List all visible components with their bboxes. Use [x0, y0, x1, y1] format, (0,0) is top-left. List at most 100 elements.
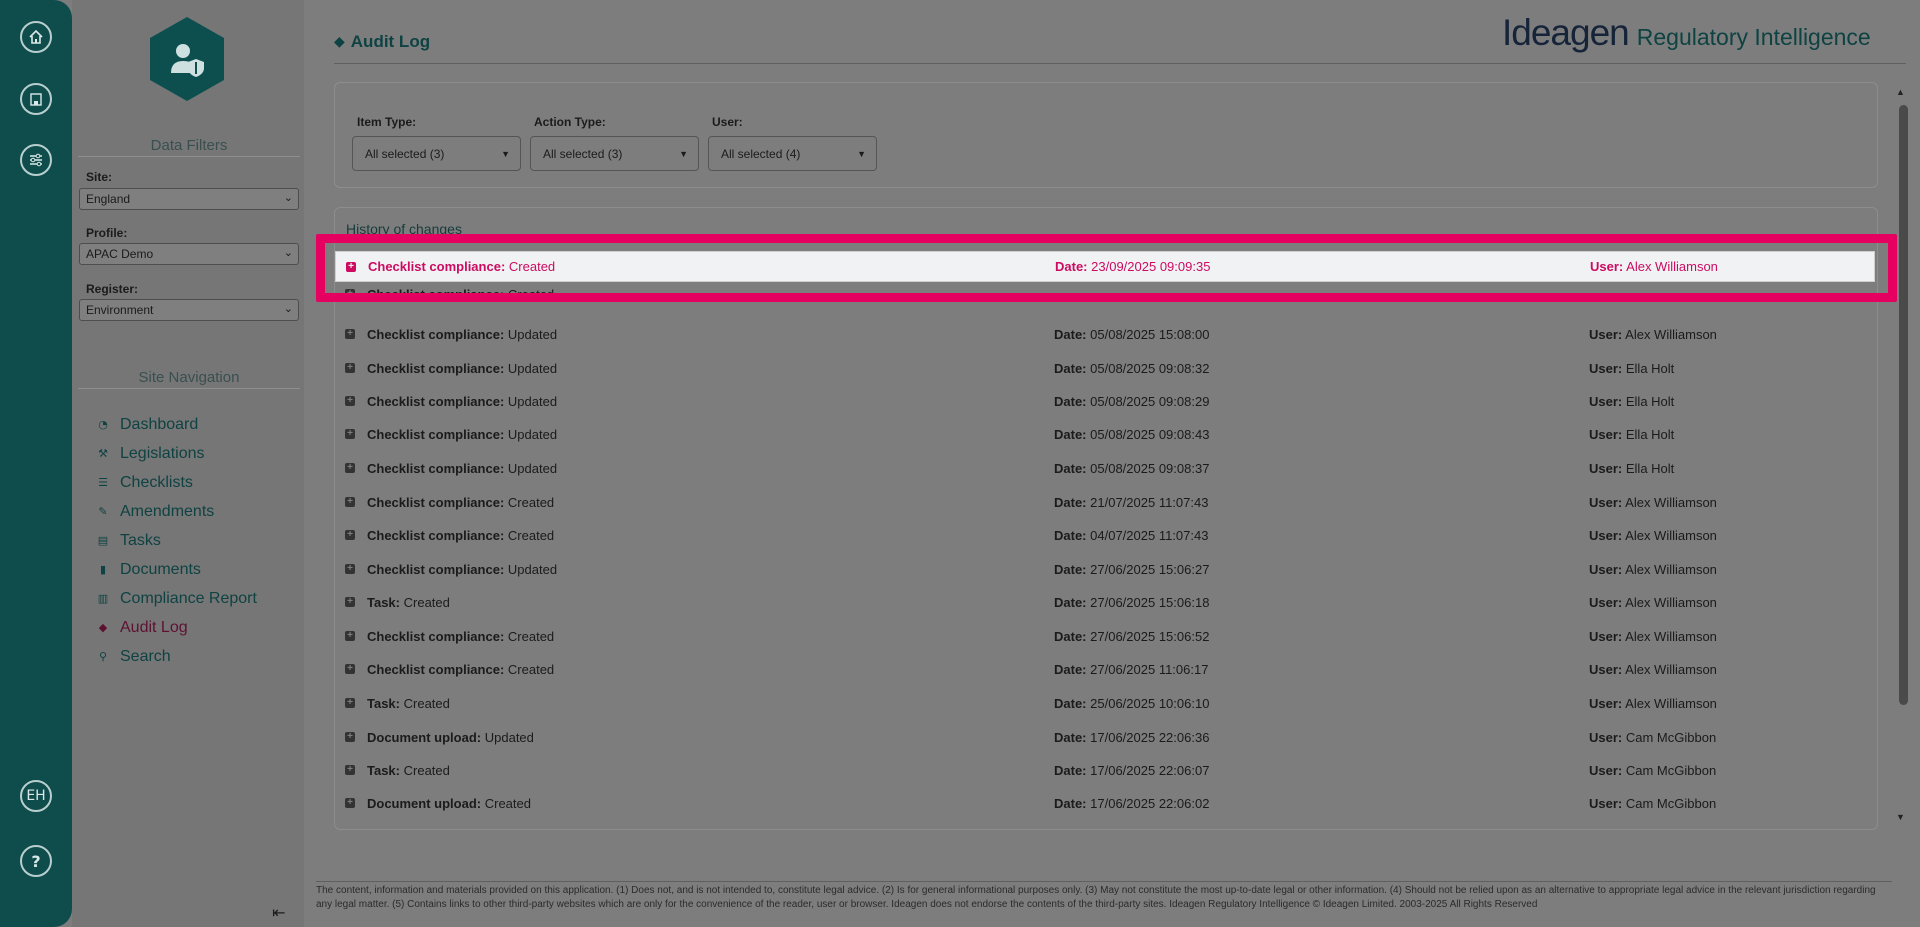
history-item: Checklist compliance: Updated [367, 394, 557, 409]
search-icon: ⚲ [98, 650, 108, 663]
file-icon: ▮ [99, 563, 107, 576]
nav-item-legislations[interactable]: ⚒ Legislations [94, 439, 257, 468]
history-item: Task: Created [367, 595, 450, 610]
history-date: Date: 05/08/2025 09:08:29 [1054, 394, 1209, 409]
history-user: User: Ella Holt [1589, 427, 1674, 442]
expand-icon[interactable]: + [345, 329, 355, 339]
nav-item-audit-log[interactable]: ◆ Audit Log [94, 613, 257, 642]
site-select[interactable]: England ⌄ [79, 188, 299, 210]
building-icon[interactable] [20, 83, 52, 115]
expand-icon[interactable]: + [345, 631, 355, 641]
item-action: Updated [507, 426, 558, 442]
tasks-icon: ▤ [97, 534, 109, 547]
history-row[interactable]: + Checklist compliance: Created Date: 04/0… [335, 521, 1875, 549]
item-action: Updated [484, 729, 534, 745]
nav-item-search[interactable]: ⚲ Search [94, 642, 257, 671]
user-prefix: User: [1589, 393, 1623, 409]
nav-label: Amendments [120, 502, 215, 520]
history-user: User: Alex Williamson [1589, 327, 1717, 342]
nav-item-tasks[interactable]: ▤ Tasks [94, 526, 257, 555]
history-row[interactable]: + Checklist compliance: Updated Date: 05/0… [335, 354, 1875, 382]
expand-icon[interactable]: + [345, 530, 355, 540]
history-row[interactable]: + Checklist compliance: Created Date: 27/0… [335, 622, 1875, 650]
history-item: Checklist compliance: Created [367, 662, 554, 677]
expand-icon[interactable]: + [345, 396, 355, 406]
user-value: Alex Williamson [1625, 628, 1717, 644]
footer-divider [316, 881, 1892, 882]
history-row[interactable]: + Task: Created Date: 25/06/2025 10:06:10 U… [335, 689, 1875, 717]
history-item: Checklist compliance: Created [367, 629, 554, 644]
register-select[interactable]: Environment ⌄ [79, 299, 299, 321]
brand-sub: Regulatory Intelligence [1636, 24, 1871, 50]
expand-icon[interactable]: + [345, 564, 355, 574]
date-value: 05/08/2025 09:08:32 [1090, 360, 1210, 376]
date-value: 17/06/2025 22:06:36 [1090, 729, 1210, 745]
app-logo-icon [150, 17, 224, 101]
header-divider [334, 63, 1906, 64]
expand-icon[interactable]: + [345, 497, 355, 507]
history-row[interactable]: + Checklist compliance: Updated Date: 05/0… [335, 320, 1875, 348]
nav-item-amendments[interactable]: ✎ Amendments [94, 497, 257, 526]
brand-logo: Ideagen Regulatory Intelligence [1502, 12, 1871, 54]
date-value: 05/08/2025 09:08:37 [1090, 460, 1210, 476]
history-item: Checklist compliance: Updated [367, 461, 557, 476]
data-filters-title: Data Filters [78, 137, 300, 157]
expand-icon[interactable]: + [345, 664, 355, 674]
item-type: Document upload: [367, 795, 482, 811]
scrollbar-thumb[interactable] [1899, 105, 1908, 705]
item-type-dropdown[interactable]: All selected (3) ▼ [352, 136, 521, 171]
expand-icon[interactable]: + [345, 429, 355, 439]
site-navigation-title: Site Navigation [78, 369, 300, 389]
expand-icon[interactable]: + [345, 765, 355, 775]
home-icon[interactable] [20, 21, 52, 53]
history-date: Date: 27/06/2025 15:06:18 [1054, 595, 1209, 610]
expand-icon[interactable]: + [345, 463, 355, 473]
site-navigation: ◔ Dashboard ⚒ Legislations ☰ Checklists ✎ Am… [94, 410, 257, 671]
user-dropdown[interactable]: All selected (4) ▼ [708, 136, 877, 171]
item-action: Created [403, 762, 450, 778]
scroll-up-icon[interactable]: ▲ [1896, 87, 1905, 97]
history-row[interactable]: + Checklist compliance: Created Date: 27/0… [335, 655, 1875, 683]
date-prefix: Date: [1054, 326, 1087, 342]
history-row[interactable]: + Checklist compliance: Updated Date: 27/0… [335, 555, 1875, 583]
history-item: Document upload: Created [367, 796, 531, 811]
history-row[interactable]: + Checklist compliance: Created Date: 21/0… [335, 488, 1875, 516]
expand-icon[interactable]: + [345, 798, 355, 808]
profile-select[interactable]: APAC Demo ⌄ [79, 243, 299, 265]
sliders-icon[interactable] [20, 144, 52, 176]
user-avatar[interactable]: EH [20, 780, 52, 812]
history-row[interactable]: + Checklist compliance: Updated Date: 05/0… [335, 420, 1875, 448]
history-row[interactable]: + Task: Created Date: 17/06/2025 22:06:07 U… [335, 756, 1875, 784]
history-row[interactable]: + Checklist compliance: Updated Date: 05/0… [335, 454, 1875, 482]
nav-item-dashboard[interactable]: ◔ Dashboard [94, 410, 257, 439]
expand-icon[interactable]: + [345, 597, 355, 607]
item-type-value: All selected (3) [365, 146, 445, 161]
help-icon[interactable]: ? [20, 845, 52, 877]
nav-item-checklists[interactable]: ☰ Checklists [94, 468, 257, 497]
user-prefix: User: [1589, 628, 1623, 644]
history-user: User: Alex Williamson [1589, 562, 1717, 577]
history-row[interactable]: + Checklist compliance: Updated Date: 05/0… [335, 387, 1875, 415]
user-value: Alex Williamson [1625, 527, 1717, 543]
history-row[interactable]: + Document upload: Created Date: 17/06/202… [335, 789, 1875, 817]
collapse-sidebar-icon[interactable]: ⇤ [272, 903, 285, 922]
caret-down-icon: ▼ [679, 149, 688, 159]
history-date: Date: 05/08/2025 09:08:37 [1054, 461, 1209, 476]
nav-item-compliance-report[interactable]: ▥ Compliance Report [94, 584, 257, 613]
caret-down-icon: ▼ [857, 149, 866, 159]
expand-icon[interactable]: + [345, 732, 355, 742]
expand-icon[interactable]: + [345, 363, 355, 373]
item-action: Created [507, 661, 555, 677]
history-row[interactable]: + Document upload: Updated Date: 17/06/202… [335, 723, 1875, 751]
history-user: User: Alex Williamson [1589, 696, 1717, 711]
user-prefix: User: [1589, 561, 1623, 577]
expand-icon[interactable]: + [345, 698, 355, 708]
filter-panel [334, 82, 1878, 188]
item-type: Checklist compliance: [367, 494, 505, 510]
item-type: Checklist compliance: [367, 561, 505, 577]
scroll-down-icon[interactable]: ▼ [1896, 812, 1905, 822]
history-row[interactable]: + Task: Created Date: 27/06/2025 15:06:18 U… [335, 588, 1875, 616]
action-type-dropdown[interactable]: All selected (3) ▼ [530, 136, 699, 171]
date-value: 21/07/2025 11:07:43 [1090, 494, 1209, 510]
nav-item-documents[interactable]: ▮ Documents [94, 555, 257, 584]
